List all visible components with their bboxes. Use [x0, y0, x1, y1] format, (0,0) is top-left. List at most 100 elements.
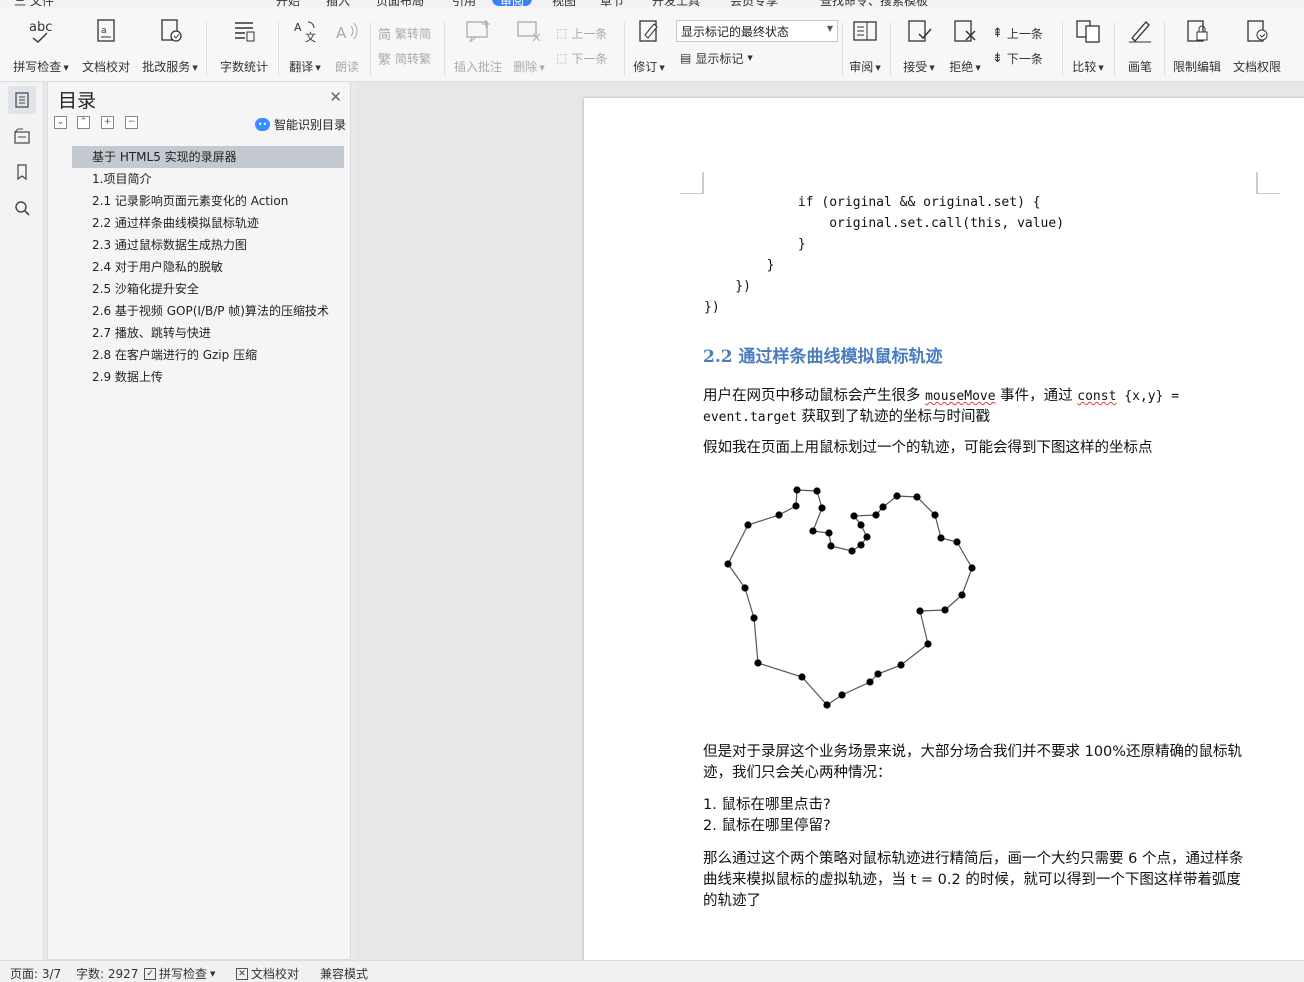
compare-label: 比较	[1072, 60, 1097, 74]
doc-proof-button[interactable]: a 文档校对	[80, 18, 132, 76]
ribbon-separator	[1062, 22, 1063, 76]
review-pane-button[interactable]: 审阅 ▼	[846, 18, 884, 76]
delete-comment-button[interactable]: 删除 ▼	[510, 18, 548, 76]
accept-icon	[905, 18, 933, 44]
menu-home[interactable]: 开始	[276, 0, 300, 8]
spell-check-label: 拼写检查	[13, 60, 62, 74]
menu-file[interactable]: 三 文件	[14, 0, 54, 8]
spell-check-button[interactable]: abc 拼写检查 ▼	[10, 18, 72, 76]
checkbox-x-icon: ✕	[236, 967, 248, 980]
track-point	[848, 547, 856, 555]
compare-button[interactable]: 比较 ▼	[1068, 18, 1108, 76]
read-aloud-label: 朗读	[334, 60, 359, 74]
batch-service-button[interactable]: 批改服务 ▼	[140, 18, 200, 76]
delete-comment-label: 删除	[513, 60, 538, 74]
toc-item[interactable]: 2.1 记录影响页面元素变化的 Action	[72, 190, 344, 212]
page-indicator[interactable]: 页面: 3/7	[10, 965, 61, 982]
inline-code: mouseMove	[925, 389, 996, 404]
chapter-panel-button[interactable]	[8, 122, 36, 150]
document-page[interactable]: if (original && original.set) { original…	[584, 98, 1304, 960]
doc-rights-icon	[1243, 18, 1271, 44]
track-points	[724, 486, 976, 709]
ribbon-separator	[890, 22, 891, 76]
toc-item[interactable]: 2.6 基于视频 GOP(I/B/P 帧)算法的压缩技术	[72, 300, 344, 322]
ink-pen-label: 画笔	[1127, 60, 1152, 74]
word-count-button[interactable]: 字数统计	[216, 18, 272, 76]
smart-toc-button[interactable]: •• 智能识别目录	[254, 116, 346, 133]
accept-change-button[interactable]: 接受 ▼	[900, 18, 938, 76]
doc-rights-button[interactable]: 文档权限	[1230, 18, 1284, 76]
track-point	[744, 521, 752, 529]
show-markup-button[interactable]: ▤ 显示标记 ▼	[680, 47, 753, 69]
bookmark-panel-button[interactable]	[8, 158, 36, 186]
markup-mode-value: 显示标记的最终状态	[681, 25, 790, 39]
menu-chapter[interactable]: 章节	[600, 0, 624, 8]
toc-item[interactable]: 2.9 数据上传	[72, 366, 344, 388]
menu-page-layout[interactable]: 页面布局	[376, 0, 424, 8]
batch-service-icon	[156, 18, 184, 44]
restrict-editing-button[interactable]: 限制编辑	[1170, 18, 1224, 76]
word-count-indicator[interactable]: 字数: 2927	[76, 965, 138, 982]
toc-item[interactable]: 2.2 通过样条曲线模拟鼠标轨迹	[72, 212, 344, 234]
next-change-button[interactable]: ⇟ 下一条	[992, 47, 1043, 69]
simp-to-trad-button[interactable]: 繁 简转繁	[378, 47, 431, 69]
track-point	[941, 606, 949, 614]
add-heading-icon[interactable]: +	[101, 116, 114, 129]
menu-view[interactable]: 视图	[552, 0, 576, 8]
toc-panel-button[interactable]	[8, 86, 36, 114]
menu-dev-tools[interactable]: 开发工具	[652, 0, 700, 8]
search-icon	[15, 201, 30, 216]
toc-item[interactable]: 1.项目简介	[72, 168, 344, 190]
next-comment-button[interactable]: ⬚ 下一条	[556, 47, 607, 69]
track-changes-button[interactable]: 修订 ▼	[630, 18, 668, 76]
menu-references[interactable]: 引用	[452, 0, 476, 8]
toc-item[interactable]: 2.3 通过鼠标数据生成热力图	[72, 234, 344, 256]
toc-item[interactable]: 基于 HTML5 实现的录屏器	[72, 146, 344, 168]
reject-change-button[interactable]: 拒绝 ▼	[946, 18, 984, 76]
track-point	[953, 538, 961, 546]
reject-label: 拒绝	[949, 60, 974, 74]
lock-document-icon	[1183, 18, 1211, 44]
track-point	[897, 661, 905, 669]
pen-icon	[1126, 18, 1154, 44]
status-doc-proof[interactable]: ✕ 文档校对	[236, 965, 299, 982]
translate-button[interactable]: A文 翻译 ▼	[286, 18, 324, 76]
menu-review[interactable]: 审阅	[492, 0, 533, 8]
read-aloud-button[interactable]: A 朗读	[330, 18, 364, 76]
document-canvas[interactable]: if (original && original.set) { original…	[355, 82, 1304, 960]
code-line: if (original && original.set) {	[704, 195, 1041, 210]
checkbox-checked-icon: ✓	[144, 967, 156, 980]
ribbon-separator	[624, 22, 625, 76]
toc-item[interactable]: 2.8 在客户端进行的 Gzip 压缩	[72, 344, 344, 366]
find-panel-button[interactable]	[8, 194, 36, 222]
toc-item[interactable]: 2.5 沙箱化提升安全	[72, 278, 344, 300]
prev-comment-button[interactable]: ⬚ 上一条	[556, 22, 607, 44]
code-block: if (original && original.set) { original…	[704, 192, 1064, 318]
show-markup-label: 显示标记	[695, 51, 744, 66]
margin-corner-mark	[680, 172, 704, 194]
toc-item[interactable]: 2.7 播放、跳转与快进	[72, 322, 344, 344]
menu-insert[interactable]: 插入	[326, 0, 350, 8]
insert-comment-button[interactable]: 插入批注	[452, 18, 504, 76]
track-point	[827, 542, 835, 550]
menu-search[interactable]: 查找命令、搜索模板	[820, 0, 928, 8]
track-point	[809, 527, 817, 535]
track-point	[724, 560, 732, 568]
toc-item[interactable]: 2.4 对于用户隐私的脱敏	[72, 256, 344, 278]
prev-change-button[interactable]: ⇞ 上一条	[992, 22, 1043, 44]
collapse-all-icon[interactable]: ⌄	[54, 116, 67, 129]
trad-to-simp-button[interactable]: 简 繁转简	[378, 22, 431, 44]
menu-member[interactable]: 会员专享	[730, 0, 778, 8]
track-point	[850, 512, 858, 520]
track-point	[866, 678, 874, 686]
markup-mode-select[interactable]: 显示标记的最终状态 ▼	[676, 20, 838, 42]
close-icon[interactable]: ✕	[329, 88, 342, 106]
ink-pen-button[interactable]: 画笔	[1122, 18, 1158, 76]
expand-up-icon[interactable]: ⌃	[77, 116, 90, 129]
toc-icon	[15, 92, 29, 108]
status-bar: 页面: 3/7 字数: 2927 ✓ 拼写检查 ▼ ✕ 文档校对 兼容模式	[0, 960, 1304, 982]
remove-heading-icon[interactable]: −	[125, 116, 138, 129]
word-count-icon	[230, 18, 258, 44]
status-spell-check[interactable]: ✓ 拼写检查 ▼	[144, 965, 215, 982]
ribbon-separator	[206, 22, 207, 76]
